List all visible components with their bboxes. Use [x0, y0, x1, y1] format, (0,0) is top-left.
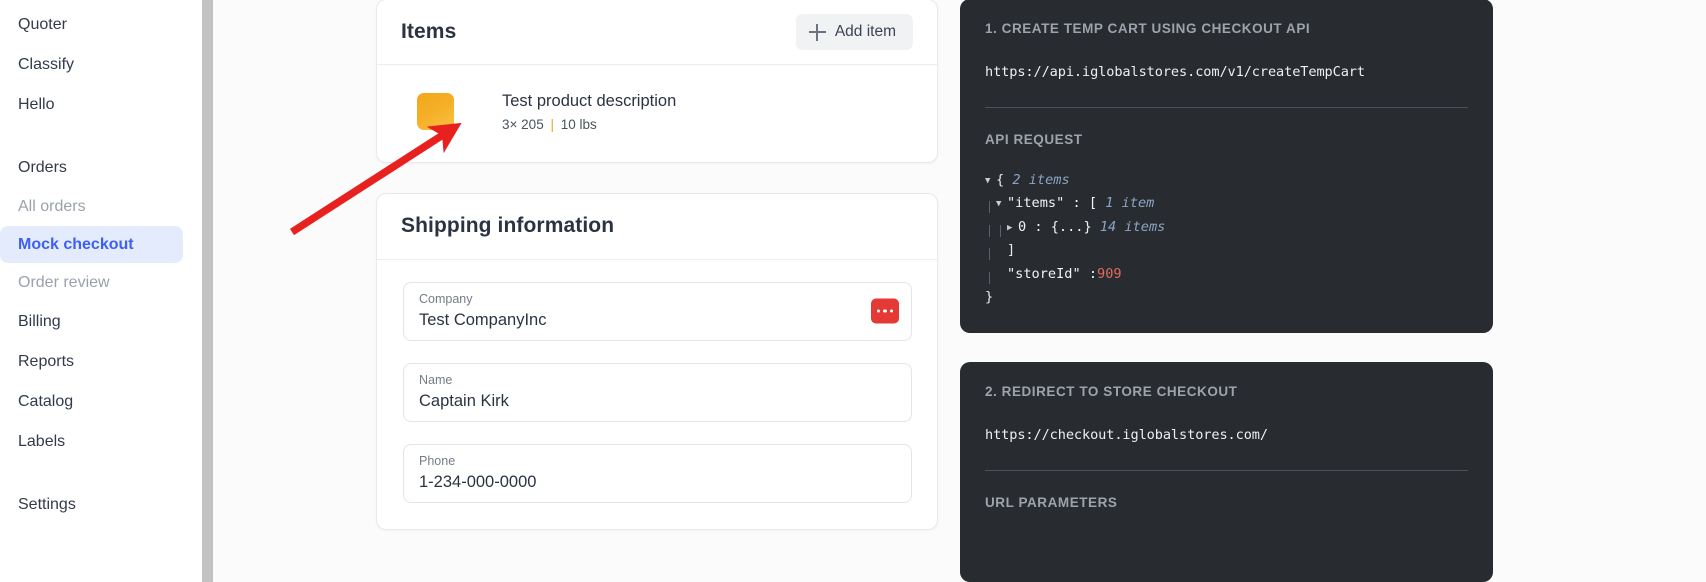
- product-price: 205: [521, 116, 544, 132]
- sidebar-item-order-review[interactable]: Order review: [0, 264, 183, 301]
- ellipsis-icon: [889, 309, 894, 313]
- product-quantity: 3×: [502, 116, 518, 132]
- api-step-1-panel: 1. CREATE TEMP CART USING CHECKOUT API h…: [960, 0, 1493, 334]
- api-step-2-heading: 2. REDIRECT TO STORE CHECKOUT: [985, 384, 1238, 400]
- json-token: {: [996, 172, 1005, 188]
- json-row: }: [985, 286, 1468, 309]
- sidebar-item-label: Reports: [18, 352, 75, 370]
- api-step-2-url: https://checkout.iglobalstores.com/: [985, 427, 1268, 444]
- sidebar-item-billing[interactable]: Billing: [0, 303, 183, 340]
- sidebar-item-label: Orders: [18, 158, 67, 176]
- sidebar-item-label: Order review: [18, 273, 110, 291]
- json-count: 14 items: [1099, 218, 1166, 235]
- product-details: Test product description 3× 205 | 10 lbs: [502, 91, 676, 132]
- json-row[interactable]: ▶ 0 : {...} 14 items: [985, 216, 1468, 239]
- sidebar-item-labels[interactable]: Labels: [0, 423, 183, 460]
- checkout-form-column: Items Add item Test product description …: [376, 0, 938, 530]
- sidebar-item-quoter[interactable]: Quoter: [0, 6, 183, 43]
- chevron-down-icon[interactable]: ▼: [985, 177, 996, 186]
- list-item[interactable]: Test product description 3× 205 | 10 lbs: [377, 65, 937, 162]
- json-row[interactable]: ▼ { 2 items: [985, 169, 1468, 192]
- sidebar-item-label: Mock checkout: [18, 235, 134, 253]
- add-item-label: Add item: [834, 23, 896, 40]
- divider: [985, 470, 1468, 472]
- json-count: 1 item: [1105, 195, 1155, 212]
- chevron-right-icon[interactable]: ▶: [1007, 223, 1018, 233]
- name-field-label: Name: [419, 372, 453, 387]
- sidebar-item-label: Billing: [18, 312, 61, 330]
- company-more-options-button[interactable]: [871, 298, 899, 324]
- name-field-value: Captain Kirk: [419, 391, 509, 410]
- company-field-value: Test CompanyInc: [419, 310, 547, 329]
- sidebar-item-label: Labels: [18, 432, 66, 450]
- product-weight: 10 lbs: [560, 116, 597, 132]
- main-content: Items Add item Test product description …: [213, 0, 1706, 582]
- json-token: ]: [1007, 242, 1016, 259]
- api-step-2-panel: 2. REDIRECT TO STORE CHECKOUT https://ch…: [960, 362, 1493, 582]
- sidebar-item-label: Classify: [18, 55, 75, 73]
- sidebar-divider: [0, 123, 202, 149]
- shipping-card-header: Shipping information: [377, 194, 937, 260]
- api-request-heading: API REQUEST: [985, 132, 1083, 147]
- json-row: ]: [985, 239, 1468, 262]
- sidebar-item-label: Settings: [18, 495, 76, 513]
- chevron-down-icon[interactable]: ▼: [996, 200, 1007, 209]
- company-field[interactable]: Company Test CompanyInc: [403, 281, 912, 341]
- json-count: 2 items: [1012, 172, 1070, 188]
- sidebar-item-label: Quoter: [18, 15, 67, 33]
- divider: [985, 107, 1468, 108]
- sidebar-item-label: All orders: [18, 197, 86, 215]
- add-item-button[interactable]: Add item: [795, 14, 913, 50]
- url-parameters-heading: URL PARAMETERS: [985, 495, 1118, 511]
- json-row: "storeId" : 909: [985, 263, 1468, 286]
- json-token: 0 : {...}: [1018, 218, 1092, 235]
- phone-field-label: Phone: [419, 453, 456, 468]
- sidebar-item-settings[interactable]: Settings: [0, 486, 183, 523]
- phone-field-value: 1-234-000-0000: [419, 472, 537, 491]
- sidebar-item-label: Catalog: [18, 392, 74, 410]
- api-step-1-url: https://api.iglobalstores.com/v1/createT…: [985, 64, 1365, 80]
- ellipsis-icon: [883, 309, 887, 313]
- json-token: "storeId" :: [1007, 265, 1098, 282]
- phone-field[interactable]: Phone 1-234-000-0000: [403, 443, 912, 503]
- shipping-card-body: Company Test CompanyInc Name Captain Kir…: [377, 260, 937, 529]
- json-token: }: [985, 288, 994, 305]
- sidebar-item-reports[interactable]: Reports: [0, 343, 183, 380]
- sidebar-item-orders[interactable]: Orders: [0, 149, 183, 186]
- api-step-1-heading: 1. CREATE TEMP CART USING CHECKOUT API: [985, 21, 1311, 36]
- product-meta: 3× 205 | 10 lbs: [502, 117, 676, 132]
- shipping-title: Shipping information: [401, 214, 615, 238]
- sidebar-item-all-orders[interactable]: All orders: [0, 188, 183, 225]
- sidebar: Quoter Classify Hello Orders All orders …: [0, 0, 202, 582]
- api-request-json-tree: ▼ { 2 items ▼ "items" : [ 1 item ▶ 0: {…: [985, 169, 1468, 309]
- sidebar-divider: [0, 460, 202, 486]
- sidebar-scrollbar[interactable]: [202, 0, 213, 582]
- json-value: 909: [1097, 265, 1122, 282]
- items-card-header: Items Add item: [377, 0, 937, 65]
- product-thumbnail-icon: [417, 93, 454, 130]
- ellipsis-icon: [876, 309, 881, 313]
- json-token: "items" : [: [1007, 195, 1098, 212]
- plus-icon: [808, 23, 826, 41]
- company-field-label: Company: [419, 291, 473, 306]
- sidebar-item-mock-checkout[interactable]: Mock checkout: [0, 226, 183, 263]
- name-field[interactable]: Name Captain Kirk: [403, 362, 912, 422]
- api-steps-column: 1. CREATE TEMP CART USING CHECKOUT API h…: [960, 0, 1493, 582]
- page-title: Items: [401, 20, 457, 43]
- sidebar-item-classify[interactable]: Classify: [0, 46, 183, 83]
- sidebar-item-label: Hello: [18, 95, 55, 113]
- shipping-information-card: Shipping information Company Test Compan…: [376, 192, 938, 530]
- product-name: Test product description: [502, 92, 677, 110]
- sidebar-item-hello[interactable]: Hello: [0, 86, 183, 123]
- items-card: Items Add item Test product description …: [376, 0, 938, 163]
- meta-separator: |: [550, 116, 554, 132]
- sidebar-item-catalog[interactable]: Catalog: [0, 383, 183, 420]
- json-row[interactable]: ▼ "items" : [ 1 item: [985, 192, 1468, 215]
